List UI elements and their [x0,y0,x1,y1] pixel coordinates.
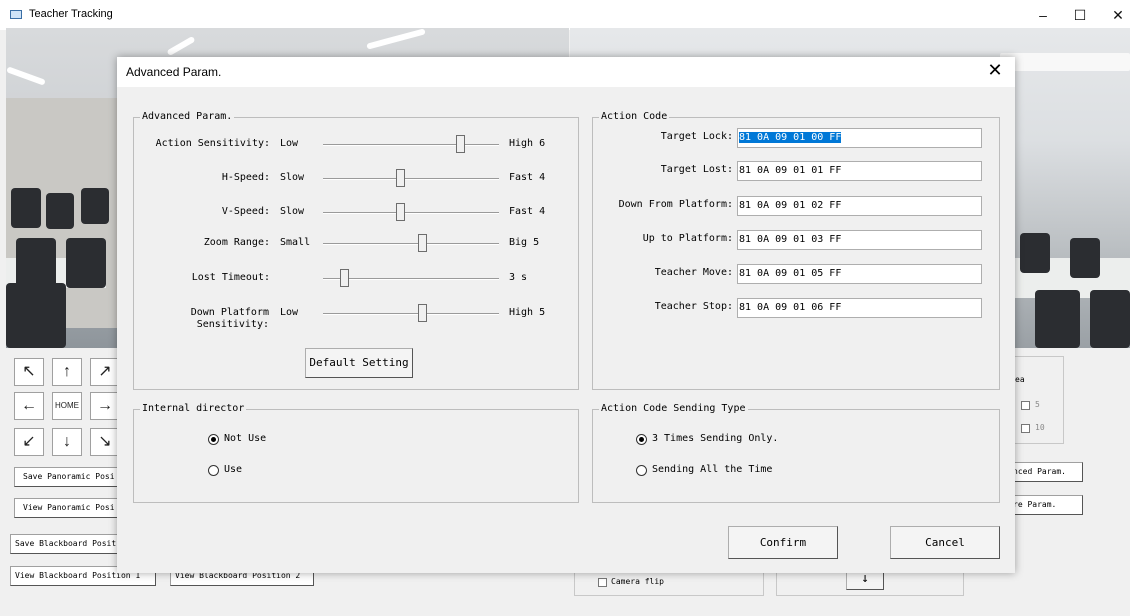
view-panoramic-position-button[interactable]: View Panoramic Posi [14,498,124,518]
action-code-input[interactable]: 81 0A 09 01 01 FF [737,161,982,181]
up-left-button[interactable]: ↖ [14,358,44,386]
camera-flip-checkbox[interactable] [598,578,607,587]
slider-thumb[interactable] [396,169,405,187]
action-code-input[interactable]: 81 0A 09 01 02 FF [737,196,982,216]
slider-label: Zoom Range: [203,237,270,248]
slider-min-label: Slow [280,172,305,183]
up-button[interactable]: ↑ [52,358,82,386]
option-5-label: 5 [1035,400,1040,409]
option-10-label: 10 [1035,423,1045,432]
action-code-input[interactable]: 81 0A 09 01 05 FF [737,264,982,284]
slider-max-label: High 6 [509,138,546,149]
slider-max-label: Fast 4 [509,172,546,183]
slider-label: H-Speed: [221,172,270,183]
not-use-label: Not Use [224,433,267,444]
advanced-param-group-label: Advanced Param. [140,111,235,122]
dialog-title-bar: Advanced Param. ✕ [117,57,1015,87]
internal-director-group-label: Internal director [140,403,247,414]
action-code-label: Down From Platform: [618,199,733,210]
slider-min-label: Small [280,237,311,248]
advanced-param-button[interactable]: nced Param. [1008,462,1083,482]
down-left-button[interactable]: ↙ [14,428,44,456]
use-label: Use [224,464,243,475]
slider-track[interactable] [323,313,499,315]
option-10-checkbox[interactable] [1021,424,1030,433]
window-title: Teacher Tracking [29,8,113,20]
slider-thumb[interactable] [418,234,427,252]
right-button[interactable]: → [90,392,120,420]
action-code-label: Up to Platform: [642,233,733,244]
slider-min-label: Low [280,307,299,318]
confirm-button[interactable]: Confirm [728,526,838,559]
slider-max-label: Fast 4 [509,206,546,217]
not-use-radio[interactable] [208,434,219,445]
slider-thumb[interactable] [340,269,349,287]
maximize-button[interactable]: ☐ [1062,4,1098,26]
slider-min-label: Low [280,138,299,149]
down-right-button[interactable]: ↘ [90,428,120,456]
dialog-close-button[interactable]: ✕ [983,60,1007,81]
dialog-title: Advanced Param. [126,65,222,79]
slider-track[interactable] [323,243,499,245]
sending-all-time-radio[interactable] [636,465,647,476]
window-title-bar: Teacher Tracking – ☐ ✕ [0,0,1130,30]
app-icon [10,10,22,19]
sending-type-group-label: Action Code Sending Type [599,403,748,414]
action-code-input[interactable]: 81 0A 09 01 06 FF [737,298,982,318]
save-blackboard-position-button[interactable]: Save Blackboard Posit [10,534,124,554]
slider-label: Lost Timeout: [191,272,270,283]
slider-thumb[interactable] [396,203,405,221]
area-label: ea [1015,375,1025,384]
slider-track[interactable] [323,144,499,146]
sending-type-group: Action Code Sending Type [592,403,1000,503]
camera-flip-label: Camera flip [611,577,664,586]
slider-label: V-Speed: [221,206,270,217]
slider-thumb[interactable] [418,304,427,322]
slider-min-label: Slow [280,206,305,217]
close-button[interactable]: ✕ [1100,4,1130,26]
action-code-group-label: Action Code [599,111,670,122]
minimize-button[interactable]: – [1025,4,1061,26]
slider-track[interactable] [323,178,499,180]
up-right-button[interactable]: ↗ [90,358,120,386]
action-code-input[interactable]: 81 0A 09 01 03 FF [737,230,982,250]
slider-label: Down Platform Sensitivity: [190,307,269,330]
cancel-button[interactable]: Cancel [890,526,1000,559]
slider-max-label: Big 5 [509,237,540,248]
three-times-sending-label: 3 Times Sending Only. [652,433,779,444]
home-button[interactable]: HOME [52,392,82,420]
option-5-checkbox[interactable] [1021,401,1030,410]
internal-director-group: Internal director [133,403,579,503]
slider-track[interactable] [323,212,499,214]
default-setting-button[interactable]: Default Setting [305,348,413,378]
down-button[interactable]: ↓ [52,428,82,456]
use-radio[interactable] [208,465,219,476]
three-times-sending-radio[interactable] [636,434,647,445]
slider-max-label: 3 s [509,272,528,283]
advanced-param-dialog: Advanced Param. ✕ Advanced Param. Action… [117,57,1015,573]
save-param-button[interactable]: re Param. [1008,495,1083,515]
action-code-label: Teacher Stop: [654,301,733,312]
sending-all-time-label: Sending All the Time [652,464,773,475]
slider-track[interactable] [323,278,499,280]
action-code-input[interactable]: 81 0A 09 01 00 FF [737,128,982,148]
save-panoramic-position-button[interactable]: Save Panoramic Posi [14,467,124,487]
slider-max-label: High 5 [509,307,546,318]
action-code-group: Action Code [592,111,1000,390]
action-code-label: Target Lost: [660,164,733,175]
action-code-label: Teacher Move: [654,267,733,278]
slider-label: Action Sensitivity: [155,138,270,149]
action-code-label: Target Lock: [660,131,733,142]
left-button[interactable]: ← [14,392,44,420]
slider-thumb[interactable] [456,135,465,153]
